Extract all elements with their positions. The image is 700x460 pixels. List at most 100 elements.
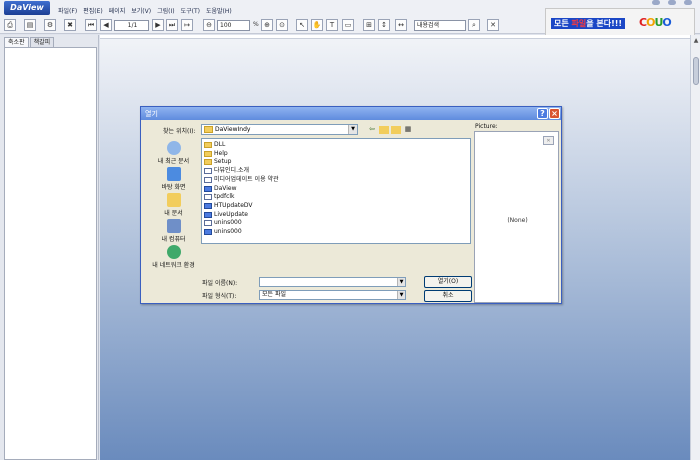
dialog-title-bar: 열기 ? × xyxy=(141,107,561,120)
application-icon xyxy=(204,211,212,218)
place-my-documents[interactable]: 내 문서 xyxy=(146,193,201,217)
goto-page-icon[interactable]: ↦ xyxy=(181,19,193,31)
fit-width-icon[interactable]: ↔ xyxy=(395,19,407,31)
page-input[interactable]: 1/1 xyxy=(114,20,149,31)
previous-page-icon[interactable]: ◀ xyxy=(100,19,112,31)
clear-search-icon[interactable]: ✕ xyxy=(487,19,499,31)
chevron-down-icon[interactable]: ▼ xyxy=(348,125,357,134)
close-icon[interactable] xyxy=(684,0,692,5)
file-name: Setup xyxy=(214,158,232,166)
next-page-icon[interactable]: ▶ xyxy=(152,19,164,31)
hand-tool-icon[interactable]: ✋ xyxy=(311,19,323,31)
file-name: HTUpdateDV xyxy=(214,201,253,209)
file-list-item[interactable]: DaView xyxy=(204,185,237,193)
preview-label: Picture: xyxy=(475,123,498,130)
file-list-item[interactable]: 미디어업데이트 이용 약관 xyxy=(204,176,279,184)
text-tool-icon[interactable]: T xyxy=(326,19,338,31)
folder-icon xyxy=(204,150,212,157)
ad-banner[interactable]: 모든 파일을 본다!!! COUO xyxy=(545,8,695,36)
zoom-in-icon[interactable]: ⊕ xyxy=(261,19,273,31)
file-list-item[interactable]: Help xyxy=(204,150,228,158)
file-list-item[interactable]: unins000 xyxy=(204,228,242,236)
file-list-item[interactable]: DLL xyxy=(204,141,225,149)
place-my-computer[interactable]: 내 컴퓨터 xyxy=(146,219,201,243)
tab-bookmarks[interactable]: 책갈피 xyxy=(29,37,55,47)
select-cursor-icon[interactable]: ↖ xyxy=(296,19,308,31)
look-in-value: DaViewIndy xyxy=(215,126,251,133)
places-bar: 내 최근 문서 바탕 화면 내 문서 내 컴퓨터 내 네트워크 환경 xyxy=(146,137,201,269)
close-document-icon[interactable]: ✖ xyxy=(64,19,76,31)
menu-item[interactable]: 그림(I) xyxy=(157,6,175,15)
file-icon xyxy=(204,168,212,175)
zoom-out-icon[interactable]: ⊖ xyxy=(203,19,215,31)
settings-icon[interactable]: ⚙ xyxy=(44,19,56,31)
save-icon[interactable]: ▤ xyxy=(24,19,36,31)
app-logo: DaView xyxy=(4,1,50,15)
snapshot-icon[interactable]: ▭ xyxy=(342,19,354,31)
file-list-item[interactable]: Setup xyxy=(204,158,231,166)
minimize-icon[interactable] xyxy=(652,0,660,5)
desktop-icon xyxy=(166,167,181,181)
dialog-close-icon[interactable]: × xyxy=(549,108,560,119)
new-folder-icon[interactable] xyxy=(391,126,401,134)
zoom-fit-icon[interactable]: ⊙ xyxy=(276,19,288,31)
help-icon[interactable]: ? xyxy=(537,108,548,119)
filename-input[interactable]: ▼ xyxy=(259,277,406,287)
last-page-icon[interactable]: ⏭ xyxy=(166,19,178,31)
back-icon[interactable]: ⇦ xyxy=(367,125,377,134)
fit-page-icon[interactable]: ⊞ xyxy=(363,19,375,31)
vertical-scrollbar[interactable]: ▲ xyxy=(690,35,700,460)
place-recent[interactable]: 내 최근 문서 xyxy=(146,141,201,165)
fit-height-icon[interactable]: ↕ xyxy=(378,19,390,31)
file-list-item[interactable]: unins000 xyxy=(204,219,242,227)
place-desktop[interactable]: 바탕 화면 xyxy=(146,167,201,191)
place-label: 내 문서 xyxy=(164,210,183,217)
look-in-select[interactable]: DaViewIndy ▼ xyxy=(201,124,358,135)
zoom-input[interactable]: 100 xyxy=(217,20,250,31)
file-list-item[interactable]: 다뷰인디.소개 xyxy=(204,167,249,175)
file-name: unins000 xyxy=(214,219,242,227)
file-list-item[interactable]: HTUpdateDV xyxy=(204,202,253,210)
menu-item[interactable]: 페이지 xyxy=(109,6,126,15)
open-button[interactable]: 열기(O) xyxy=(424,276,472,288)
place-network[interactable]: 내 네트워크 환경 xyxy=(146,245,201,269)
chevron-down-icon[interactable]: ▼ xyxy=(397,278,405,286)
maximize-icon[interactable] xyxy=(668,0,676,5)
scrollbar-thumb[interactable] xyxy=(693,57,699,85)
view-menu-icon[interactable]: ▦ xyxy=(403,125,413,134)
preview-none-text: (None) xyxy=(507,217,528,224)
menu-bar: 파일(F) 편집(E) 페이지 보기(V) 그림(I) 도구(T) 도움말(H) xyxy=(58,6,232,15)
preview-toggle-icon[interactable]: ✕ xyxy=(543,136,554,145)
application-icon xyxy=(204,202,212,209)
chevron-down-icon[interactable]: ▼ xyxy=(397,291,405,299)
file-list-item[interactable]: tpdfclk xyxy=(204,193,235,201)
scroll-up-icon[interactable]: ▲ xyxy=(692,37,700,45)
file-name: DLL xyxy=(214,141,226,148)
file-list: DLL Help Setup 다뷰인디.소개 미디어업데이트 이용 약관 DaView tp… xyxy=(201,138,471,244)
up-folder-icon[interactable] xyxy=(379,126,389,134)
cancel-button[interactable]: 취소 xyxy=(424,290,472,302)
side-panel: 축소판 책갈피 xyxy=(0,35,99,460)
first-page-icon[interactable]: ⏮ xyxy=(85,19,97,31)
menu-item[interactable]: 보기(V) xyxy=(131,6,151,15)
place-label: 내 최근 문서 xyxy=(157,158,190,165)
file-list-item[interactable]: LiveUpdate xyxy=(204,211,248,219)
menu-item[interactable]: 파일(F) xyxy=(58,6,77,15)
dialog-title: 열기 xyxy=(145,110,158,118)
menu-item[interactable]: 편집(E) xyxy=(83,6,103,15)
search-icon[interactable]: ⌕ xyxy=(468,19,480,31)
application-icon xyxy=(204,229,212,235)
folder-icon xyxy=(204,159,212,166)
menu-item[interactable]: 도움말(H) xyxy=(206,6,232,15)
filetype-value: 모든 파일 xyxy=(262,291,286,298)
filetype-select[interactable]: 모든 파일 ▼ xyxy=(259,290,406,300)
menu-item[interactable]: 도구(T) xyxy=(181,6,200,15)
side-panel-content xyxy=(4,47,97,460)
look-in-label: 찾는 위치(I): xyxy=(163,128,196,135)
folder-icon xyxy=(204,142,212,148)
tab-thumbnails[interactable]: 축소판 xyxy=(4,37,29,47)
search-input[interactable]: 내용검색 xyxy=(414,20,466,31)
file-name: tpdfclk xyxy=(214,193,235,201)
print-icon[interactable]: ⎙ xyxy=(4,19,16,31)
file-name: 다뷰인디.소개 xyxy=(214,167,250,175)
